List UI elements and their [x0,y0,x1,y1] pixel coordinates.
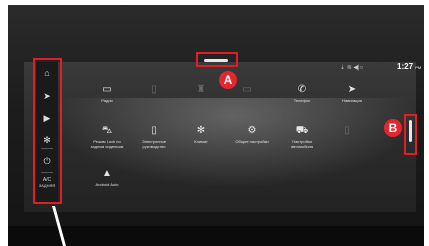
app-label: Навигация [342,98,362,103]
aux-icon: ▭ [242,84,252,95]
app-tile-climate[interactable]: ✻ Климат [180,121,222,161]
callout-pointer [52,206,66,246]
app-label: Режим Lock по задним сиденьям [90,139,124,149]
app-label: Настройки автомобиля [290,139,314,149]
app-tile-android-auto[interactable]: ▲ Android Auto [84,164,130,204]
dashboard-bottom [8,226,424,246]
app-tile-navigation[interactable]: ➤ Навигация [331,80,373,120]
android-auto-icon: ▲ [102,168,112,179]
app-tile-manual[interactable]: ▯ Электронное руководство [133,121,175,161]
car-settings-icon: ⛟ [295,125,309,136]
phone-icon: ✆ [297,84,307,95]
app-tile-disabled: ▯ [326,121,368,161]
highlight-box-sidebar [33,58,62,204]
app-tile-disabled: ▭ [226,80,268,120]
app-tile-phone[interactable]: ✆ Телефон [281,80,323,120]
app-tile-rear-seat-lock[interactable]: ⛍ Режим Lock по задним сиденьям [86,121,128,161]
app-label: Климат [194,139,208,144]
app-tile-vehicle-settings[interactable]: ⛟ Настройки автомобиля [281,121,323,161]
marker-b: B [384,119,402,137]
highlight-box-top-handle [196,52,238,67]
manual-icon: ▯ [151,125,157,136]
app-tile-disabled: ▯ [133,80,175,120]
app-tile-radio[interactable]: ▭ Радио [86,80,128,120]
disabled-app-icon: ▯ [344,125,350,136]
climate-fan-icon: ✻ [196,125,206,136]
app-label: Android Auto [95,182,119,187]
app-label: Электронное руководство [141,139,167,149]
app-label: Радио [101,98,113,103]
app-label: Телефон [293,98,311,103]
app-tile-general-settings[interactable]: ⚙ Общие настройки [231,121,273,161]
media-icon: ▯ [151,84,157,95]
app-tile-disabled: ♜ [180,80,222,120]
signal-icon: ⇣ [340,65,346,71]
wifi-icon: ≋ [346,65,352,71]
clock: 1:27 PM [397,60,421,75]
rear-seat-icon: ⛍ [101,125,113,136]
gear-icon: ⚙ [247,125,257,136]
status-icons: ⇣ ≋ ◀|○ [340,62,363,74]
highlight-box-right-handle [404,114,417,155]
navigation-icon: ➤ [347,84,357,95]
app-label: Общие настройки [235,139,269,144]
radio-icon: ▭ [102,84,112,95]
clock-time: 1:27 [397,62,414,71]
clock-suffix: PM [415,65,422,70]
volume-icon[interactable]: ◀|○ [353,65,363,71]
usb-icon: ♜ [196,84,206,95]
